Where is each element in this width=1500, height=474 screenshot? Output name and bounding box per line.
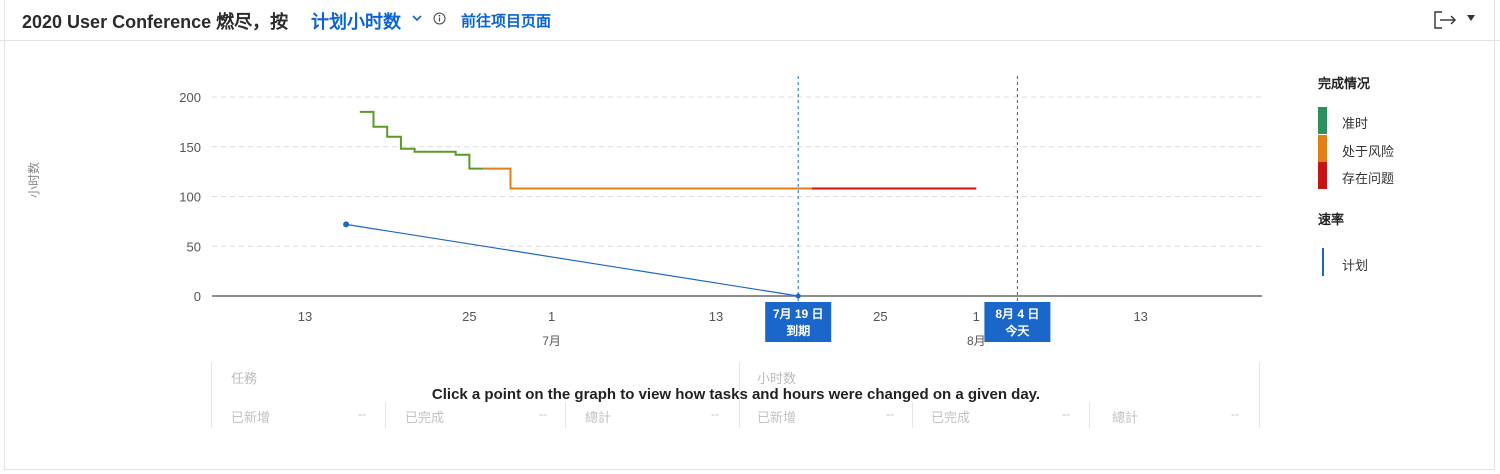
marker-caption-label: 今天 — [1004, 323, 1030, 338]
info-icon[interactable] — [433, 12, 446, 25]
table-divider — [565, 402, 566, 428]
x-tick-label: 13 — [298, 309, 312, 324]
table-divider — [1089, 402, 1090, 428]
x-tick-label: 1 — [548, 309, 555, 324]
header-bar: 2020 User Conference 燃尽，按 计划小时数 前往项目页面 — [0, 0, 1500, 41]
tasks-added-value: -- — [358, 407, 366, 421]
y-tick-label: 200 — [179, 90, 201, 105]
legend-swatch — [1318, 162, 1327, 189]
caret-down-icon[interactable] — [1466, 14, 1476, 22]
hours-added-label: 已新增 — [757, 410, 797, 425]
hours-total-value: -- — [1231, 407, 1239, 421]
page-title: 2020 User Conference 燃尽，按 — [22, 12, 289, 32]
measure-dropdown[interactable]: 计划小时数 — [311, 8, 401, 34]
go-to-project-link[interactable]: 前往项目页面 — [461, 10, 551, 31]
change-details-table: 任務 小时数 Click a point on the graph to vie… — [211, 362, 1261, 428]
planned-velocity-line — [346, 223, 799, 297]
tasks-added-label: 已新增 — [231, 410, 271, 425]
x-tick-label: 1 — [973, 309, 980, 324]
x-month-label: 8月 — [967, 334, 986, 348]
legend-velocity-swatch — [1322, 248, 1324, 276]
table-divider — [912, 402, 913, 428]
y-tick-label: 150 — [179, 140, 201, 155]
burndown-chart: 0 50 100 150 200 小时数 13 25 1 13 25 1 13 7月 8月 7月 19 日到期… — [26, 76, 1262, 348]
x-tick-label: 25 — [873, 309, 887, 324]
y-tick-label: 0 — [194, 289, 201, 304]
hours-added-value: -- — [886, 407, 894, 421]
x-tick-label: 13 — [709, 309, 723, 324]
legend-completion-title: 完成情况 — [1318, 76, 1371, 91]
tasks-completed-label: 已完成 — [405, 410, 445, 425]
tasks-total-value: -- — [711, 407, 719, 421]
x-tick-label: 25 — [462, 309, 476, 324]
table-divider — [385, 402, 386, 428]
hours-completed-value: -- — [1062, 407, 1070, 421]
hours-completed-label: 已完成 — [931, 410, 971, 425]
y-tick-label: 50 — [187, 239, 201, 254]
chevron-down-icon[interactable] — [410, 11, 424, 25]
marker-caption-label: 到期 — [786, 323, 810, 338]
burndown-series-line — [359, 110, 484, 170]
hours-header: 小时数 — [757, 371, 797, 386]
x-month-label: 7月 — [542, 334, 561, 348]
x-tick-label: 13 — [1133, 309, 1147, 324]
tasks-header: 任務 — [231, 371, 258, 386]
instruction-message: Click a point on the graph to view how t… — [431, 386, 1041, 403]
legend-velocity-title: 速率 — [1318, 212, 1345, 227]
export-icon[interactable] — [1433, 10, 1459, 30]
marker-date-label: 7月 19 日 — [773, 307, 824, 321]
y-axis-title: 小时数 — [26, 162, 41, 198]
y-tick-label: 100 — [179, 190, 201, 205]
hours-total-label: 總計 — [1112, 410, 1139, 425]
tasks-total-label: 總計 — [585, 410, 612, 425]
legend-label: 处于风险 — [1342, 144, 1395, 159]
burndown-series-line — [483, 167, 812, 190]
legend-swatch — [1318, 107, 1327, 134]
planned-start-point — [343, 221, 350, 228]
marker-date-label: 8月 4 日 — [995, 307, 1039, 321]
legend-swatch — [1318, 135, 1327, 162]
legend-label: 存在问题 — [1342, 171, 1395, 186]
tasks-completed-value: -- — [539, 407, 547, 421]
legend-velocity-label: 计划 — [1342, 258, 1369, 273]
legend-label: 准时 — [1342, 116, 1369, 131]
